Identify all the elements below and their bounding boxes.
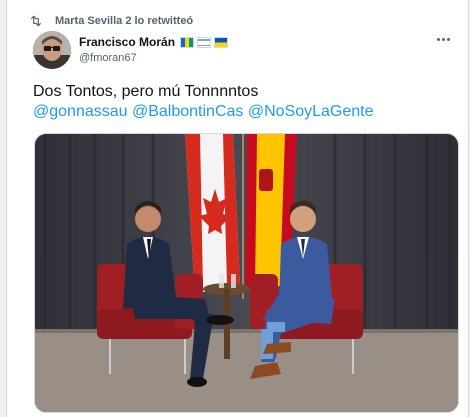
tweet-photo[interactable] xyxy=(34,133,459,413)
more-dots-icon xyxy=(436,37,440,41)
tweet-text: Dos Tontos, pero mú Tonnnntos xyxy=(33,83,259,100)
author-name-row[interactable]: Francisco Morán xyxy=(79,35,229,49)
mention-link[interactable]: @BalbontinCas xyxy=(132,103,243,120)
author-name[interactable]: Francisco Morán xyxy=(79,35,175,49)
avatar-image xyxy=(33,31,71,69)
tweet-card[interactable]: Marta Sevilla 2 lo retwitteó Francisco M… xyxy=(6,0,469,417)
ukraine-flag-icon xyxy=(214,36,229,48)
israel-flag-icon xyxy=(197,36,212,48)
photo-image xyxy=(35,134,458,412)
retweet-context[interactable]: Marta Sevilla 2 lo retwitteó xyxy=(29,13,193,29)
retweet-text: Marta Sevilla 2 lo retwitteó xyxy=(55,15,194,27)
author-handle[interactable]: @fmoran67 xyxy=(79,52,137,64)
avatar[interactable] xyxy=(33,31,71,69)
saint-vincent-flag-icon xyxy=(180,36,195,48)
mention-link[interactable]: @gonnassau xyxy=(33,103,128,120)
tweet-mentions: @gonnassau @BalbontinCas @NoSoyLaGente xyxy=(33,101,374,123)
mention-link[interactable]: @NoSoyLaGente xyxy=(248,103,374,120)
more-options-button[interactable] xyxy=(432,32,454,46)
retweet-icon xyxy=(30,15,42,27)
